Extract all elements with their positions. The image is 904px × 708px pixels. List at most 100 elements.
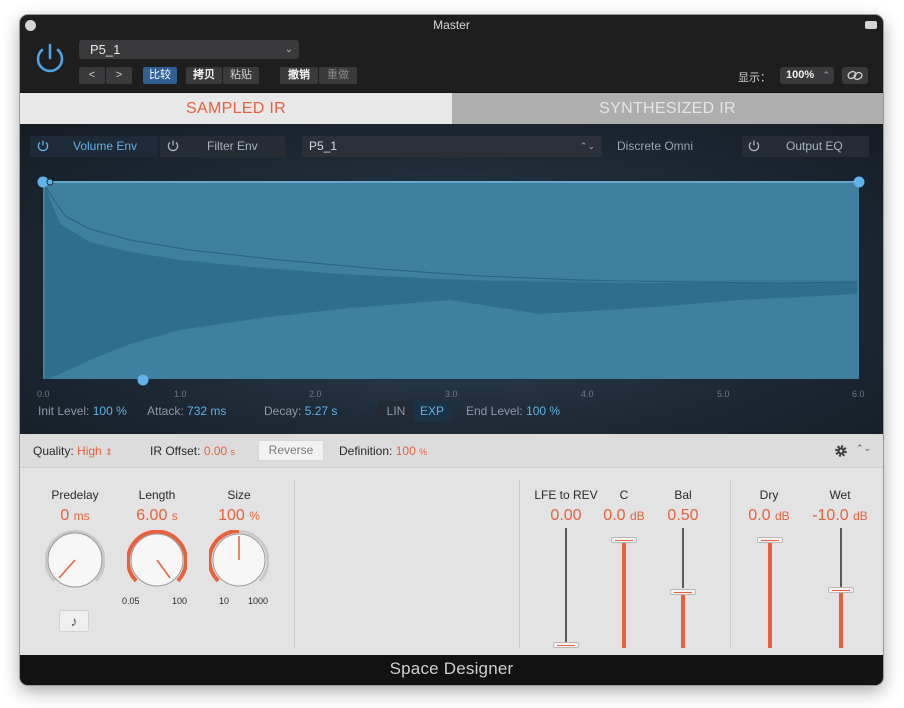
bal-fader-thumb[interactable] xyxy=(670,589,696,595)
dry-value[interactable]: 0.0 dB xyxy=(739,507,799,525)
ir-offset-value[interactable]: 0.00 xyxy=(204,444,227,458)
time-tick: 1.0 xyxy=(174,389,187,399)
undo-button[interactable]: 撤销 xyxy=(280,67,318,84)
predelay-label: Predelay xyxy=(51,488,99,502)
mix-controls: Predelay 0 ms ♪ Length 6.00 s 0.05 100 S… xyxy=(20,468,883,655)
definition-unit: % xyxy=(419,447,428,457)
predelay-number: 0 xyxy=(60,507,70,524)
preset-select[interactable]: P5_1 ⌄ xyxy=(79,40,299,59)
definition-value[interactable]: 100 xyxy=(396,444,416,458)
tempo-sync-button[interactable]: ♪ xyxy=(59,610,89,632)
window-zoom-button[interactable] xyxy=(865,21,877,29)
end-level-label: End Level: xyxy=(466,404,523,418)
decay: Decay: 5.27 s xyxy=(264,404,337,418)
init-level-value[interactable]: 100 % xyxy=(93,404,127,418)
size-knob[interactable] xyxy=(209,530,269,590)
time-tick: 3.0 xyxy=(445,389,458,399)
dry-number: 0.0 xyxy=(748,507,771,524)
time-tick: 0.0 xyxy=(37,389,50,399)
copy-button[interactable]: 拷贝 xyxy=(186,67,222,84)
bal-label: Bal xyxy=(674,488,692,502)
ir-waveform-display[interactable] xyxy=(20,124,883,434)
size-label: Size xyxy=(227,488,251,502)
prev-preset-button[interactable]: < xyxy=(79,67,105,84)
ir-offset-label: IR Offset: xyxy=(150,444,201,458)
attack-handle-top[interactable] xyxy=(46,178,54,186)
exp-button[interactable]: EXP xyxy=(414,401,450,421)
length-number: 6.00 xyxy=(136,507,168,524)
c-unit: dB xyxy=(630,509,645,523)
reverse-button[interactable]: Reverse xyxy=(258,440,324,461)
paste-button[interactable]: 粘贴 xyxy=(223,67,259,84)
divider xyxy=(519,480,520,648)
updown-chevron-icon[interactable]: ⌃⌄ xyxy=(856,443,871,454)
next-preset-button[interactable]: > xyxy=(106,67,132,84)
attack-value[interactable]: 732 ms xyxy=(187,404,226,418)
bal-value[interactable]: 0.50 xyxy=(653,507,713,525)
init-level: Init Level: 100 % xyxy=(38,404,127,418)
predelay-value[interactable]: 0 ms xyxy=(35,507,115,525)
time-tick: 6.0 xyxy=(852,389,865,399)
lin-button[interactable]: LIN xyxy=(378,401,414,421)
time-tick: 5.0 xyxy=(717,389,730,399)
updown-chevron-icon: ⌃ xyxy=(822,70,830,80)
decay-value[interactable]: 5.27 s xyxy=(305,404,338,418)
gear-icon[interactable] xyxy=(833,443,849,459)
size-unit: % xyxy=(249,509,260,523)
power-icon[interactable] xyxy=(32,41,68,77)
quality-value[interactable]: High xyxy=(77,444,102,458)
attack: Attack: 732 ms xyxy=(147,404,226,418)
lfe-fader-thumb[interactable] xyxy=(553,642,579,648)
wet-unit: dB xyxy=(853,509,868,523)
mode-tabs: SAMPLED IR SYNTHESIZED IR xyxy=(20,93,883,124)
wet-fader-thumb[interactable] xyxy=(828,587,854,593)
c-value[interactable]: 0.0 dB xyxy=(594,507,654,525)
length-unit: s xyxy=(171,509,178,523)
time-tick: 2.0 xyxy=(309,389,322,399)
predelay-knob[interactable] xyxy=(45,530,105,590)
decay-handle[interactable] xyxy=(137,374,149,386)
size-min: 10 xyxy=(219,596,230,606)
tab-sampled-ir[interactable]: SAMPLED IR xyxy=(20,93,452,124)
wet-value[interactable]: -10.0 dB xyxy=(803,507,877,525)
size-max: 1000 xyxy=(248,596,269,606)
lfe-label: LFE to REV xyxy=(534,488,598,502)
decay-label: Decay: xyxy=(264,404,302,418)
size-number: 100 xyxy=(218,507,245,524)
size-value[interactable]: 100 % xyxy=(199,507,279,525)
preset-name: P5_1 xyxy=(90,42,121,57)
compare-button[interactable]: 比较 xyxy=(143,67,177,84)
end-level-handle[interactable] xyxy=(853,176,865,188)
redo-button[interactable]: 重做 xyxy=(319,67,357,84)
length-max: 100 xyxy=(172,596,188,606)
zoom-select[interactable]: 100% ⌃ xyxy=(780,67,834,84)
c-fader[interactable] xyxy=(610,528,638,648)
dry-unit: dB xyxy=(775,509,790,523)
lfe-fader[interactable] xyxy=(552,528,580,648)
dry-fader[interactable] xyxy=(756,528,784,648)
divider xyxy=(294,480,295,648)
zoom-value: 100% xyxy=(786,69,815,81)
attack-label: Attack: xyxy=(147,404,184,418)
view-label: 显示： xyxy=(738,72,771,84)
bal-number: 0.50 xyxy=(667,507,699,524)
bal-fader[interactable] xyxy=(669,528,697,648)
link-button[interactable] xyxy=(842,67,868,84)
wet-fader[interactable] xyxy=(827,528,855,648)
lin-exp-toggle: LIN EXP xyxy=(378,401,450,421)
tab-synthesized-ir[interactable]: SYNTHESIZED IR xyxy=(452,93,883,124)
c-fader-thumb[interactable] xyxy=(611,537,637,543)
end-level-value[interactable]: 100 % xyxy=(526,404,560,418)
end-level: End Level: 100 % xyxy=(466,404,560,418)
length-value[interactable]: 6.00 s xyxy=(117,507,197,525)
quality-label: Quality: xyxy=(33,444,74,458)
c-number: 0.0 xyxy=(603,507,626,524)
dry-fader-thumb[interactable] xyxy=(757,537,783,543)
definition-label: Definition: xyxy=(339,444,393,458)
ir-envelope-panel: Volume Env Filter Env P5_1 ⌃⌄ Discrete O… xyxy=(20,124,883,434)
wet-label: Wet xyxy=(829,488,851,502)
time-tick: 4.0 xyxy=(581,389,594,399)
quality[interactable]: Quality: High ⇕ xyxy=(33,444,113,458)
definition: Definition: 100 % xyxy=(339,444,427,458)
length-knob[interactable] xyxy=(127,530,187,590)
